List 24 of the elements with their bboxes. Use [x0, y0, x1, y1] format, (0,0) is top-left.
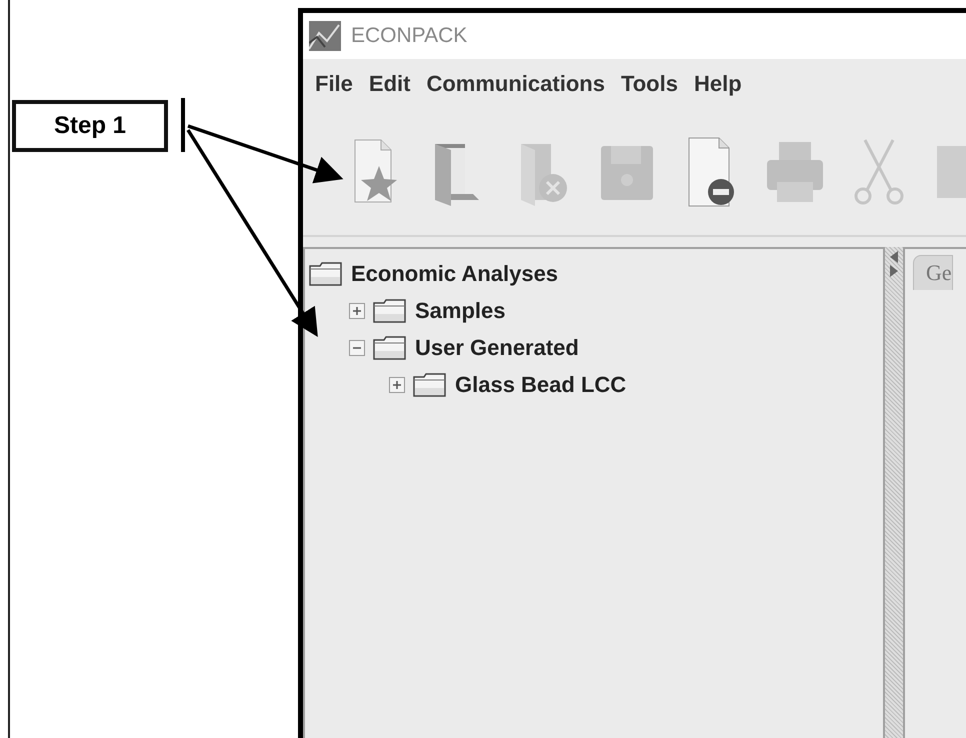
folder-icon	[309, 260, 343, 286]
menu-item[interactable]: File	[311, 71, 365, 97]
menu-item[interactable]: Tools	[616, 71, 690, 97]
collapse-left-icon[interactable]	[890, 251, 898, 263]
tree-item[interactable]: User Generated	[415, 334, 579, 360]
tree-item[interactable]: Samples	[415, 298, 506, 324]
tree-item[interactable]: Glass Bead LCC	[455, 372, 626, 398]
star-document-icon[interactable]	[354, 140, 397, 202]
folder-icon[interactable]	[435, 144, 479, 206]
window-title: ECONPACK	[351, 24, 468, 48]
expand-right-icon[interactable]	[890, 265, 898, 277]
menu-item[interactable]: Communications	[422, 71, 617, 97]
app-icon	[309, 21, 341, 51]
step-callout: Step 1	[12, 100, 168, 152]
expand-toggle[interactable]	[389, 376, 405, 392]
expand-toggle[interactable]	[349, 302, 365, 318]
menu-item[interactable]: Help	[690, 71, 754, 97]
menu-item[interactable]: Edit	[364, 71, 422, 97]
collapse-toggle[interactable]	[349, 340, 365, 356]
document-minus-icon[interactable]	[688, 138, 734, 206]
tree-item[interactable]: Economic Analyses	[351, 260, 558, 286]
folder-icon	[373, 298, 407, 324]
folder-icon	[373, 334, 407, 360]
folder-icon	[413, 372, 447, 398]
